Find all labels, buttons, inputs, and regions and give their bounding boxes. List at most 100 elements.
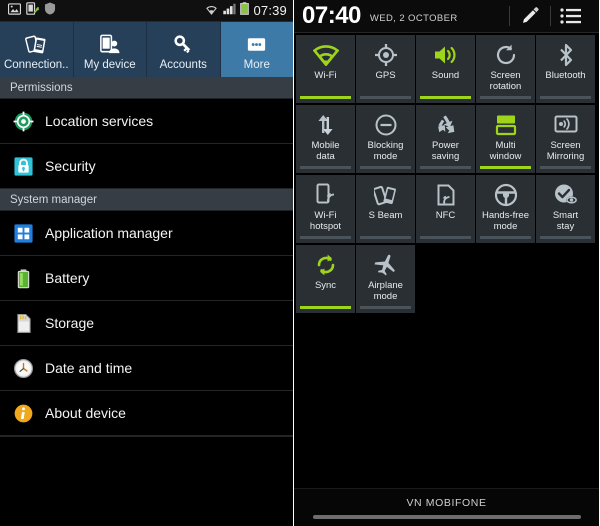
tile-smart-stay[interactable]: Smart stay [536, 175, 595, 243]
list-item-label: About device [45, 405, 126, 421]
tile-label: S Beam [368, 210, 403, 221]
status-bar-clock: 07:39 [253, 3, 287, 18]
tile-gps[interactable]: GPS [356, 35, 415, 103]
section-header-label: System manager [10, 193, 97, 206]
quick-settings-date: WED, 2 OCTOBER [369, 13, 458, 24]
tile-label: GPS [375, 70, 396, 81]
blocking-minus-icon [374, 112, 398, 138]
connections-icon [24, 33, 48, 57]
tile-state-bar [480, 96, 531, 99]
list-item-about-device[interactable]: About device [0, 391, 293, 436]
my-device-icon [98, 33, 121, 57]
tile-state-bar [360, 306, 411, 309]
list-item-label: Storage [45, 315, 95, 331]
list-item-label: Location services [45, 113, 154, 129]
more-dots-icon [245, 33, 268, 57]
tile-state-bar [540, 236, 591, 239]
tile-label: Screen rotation [489, 70, 522, 92]
tile-label: Sound [431, 70, 460, 81]
list-menu-icon[interactable] [551, 0, 591, 32]
list-item-date-and-time[interactable]: Date and time [0, 346, 293, 391]
location-crosshair-icon [13, 111, 34, 132]
screenshot-stage: 07:39 Connection.. My device Accounts Mo… [0, 0, 600, 526]
tile-state-bar [300, 306, 351, 309]
tile-state-bar [540, 96, 591, 99]
tile-label: Smart stay [552, 210, 579, 232]
tab-label: More [243, 58, 270, 71]
power-saving-icon [434, 112, 458, 138]
tile-state-bar [300, 96, 351, 99]
tile-state-bar [420, 166, 471, 169]
tile-screen-rotation[interactable]: Screen rotation [476, 35, 535, 103]
sd-card-icon [13, 313, 34, 334]
list-item-security[interactable]: Security [0, 144, 293, 189]
tile-state-bar [420, 96, 471, 99]
device-transfer-icon [26, 1, 39, 20]
list-item-label: Security [45, 158, 96, 174]
wifi-icon [312, 42, 339, 68]
settings-tab-bar: Connection.. My device Accounts More [0, 22, 293, 77]
tile-s-beam[interactable]: S Beam [356, 175, 415, 243]
tile-label: Wi-Fi hotspot [309, 210, 342, 232]
tab-accounts[interactable]: Accounts [147, 22, 221, 77]
sync-icon [314, 252, 338, 278]
tile-state-bar [360, 96, 411, 99]
wifi-hotspot-icon [314, 182, 338, 208]
android-status-bar: 07:39 [0, 0, 293, 22]
list-item-location-services[interactable]: Location services [0, 99, 293, 144]
tab-label: My device [83, 58, 136, 71]
tile-bluetooth[interactable]: Bluetooth [536, 35, 595, 103]
quick-settings-panel: 07:40 WED, 2 OCTOBER Wi-Fi GPS Sound Scr… [294, 0, 599, 526]
tile-nfc[interactable]: NFC [416, 175, 475, 243]
section-header-permissions: Permissions [0, 77, 293, 99]
list-item-battery[interactable]: Battery [0, 256, 293, 301]
tab-label: Accounts [159, 58, 207, 71]
tile-label: Airplane mode [368, 280, 403, 302]
shield-icon [44, 1, 56, 20]
multi-window-icon [494, 112, 518, 138]
tile-mobile-data[interactable]: Mobile data [296, 105, 355, 173]
screen-mirroring-icon [554, 112, 578, 138]
tab-connections[interactable]: Connection.. [0, 22, 74, 77]
clock-icon [13, 358, 34, 379]
pencil-edit-icon[interactable] [510, 0, 550, 32]
tile-sync[interactable]: Sync [296, 245, 355, 313]
tile-wifi[interactable]: Wi-Fi [296, 35, 355, 103]
list-item-application-manager[interactable]: Application manager [0, 211, 293, 256]
cellular-signal-icon [222, 2, 237, 20]
mobile-data-icon [314, 112, 338, 138]
airplane-icon [373, 252, 398, 278]
battery-icon [240, 1, 250, 20]
list-bottom-divider [0, 436, 293, 437]
tab-more[interactable]: More [220, 22, 293, 77]
quick-settings-header: 07:40 WED, 2 OCTOBER [294, 0, 599, 33]
section-header-system-manager: System manager [0, 189, 293, 211]
tile-hands-free-mode[interactable]: Hands-free mode [476, 175, 535, 243]
tile-label: Multi window [489, 140, 522, 162]
tile-power-saving[interactable]: Power saving [416, 105, 475, 173]
carrier-name: VN MOBIFONE [406, 496, 487, 509]
status-bar-notification-icons [7, 1, 56, 20]
lock-icon [13, 156, 34, 177]
status-bar-system-icons: 07:39 [205, 1, 287, 20]
tile-label: Hands-free mode [482, 210, 529, 232]
tile-screen-mirroring[interactable]: Screen Mirroring [536, 105, 595, 173]
tab-my-device[interactable]: My device [73, 22, 147, 77]
nfc-icon [434, 182, 458, 208]
tile-wifi-hotspot[interactable]: Wi-Fi hotspot [296, 175, 355, 243]
tile-label: Wi-Fi [314, 70, 337, 81]
gps-crosshair-icon [374, 42, 398, 68]
quick-settings-empty-area [416, 245, 597, 315]
tile-state-bar [540, 166, 591, 169]
tile-sound[interactable]: Sound [416, 35, 475, 103]
panel-drag-handle[interactable] [312, 514, 581, 519]
list-item-label: Battery [45, 270, 90, 286]
tile-label: Bluetooth [545, 70, 586, 81]
list-item-storage[interactable]: Storage [0, 301, 293, 346]
tile-multi-window[interactable]: Multi window [476, 105, 535, 173]
accounts-key-icon [172, 33, 195, 57]
s-beam-icon [373, 182, 398, 208]
tile-blocking-mode[interactable]: Blocking mode [356, 105, 415, 173]
tile-airplane-mode[interactable]: Airplane mode [356, 245, 415, 313]
info-icon [13, 403, 34, 424]
